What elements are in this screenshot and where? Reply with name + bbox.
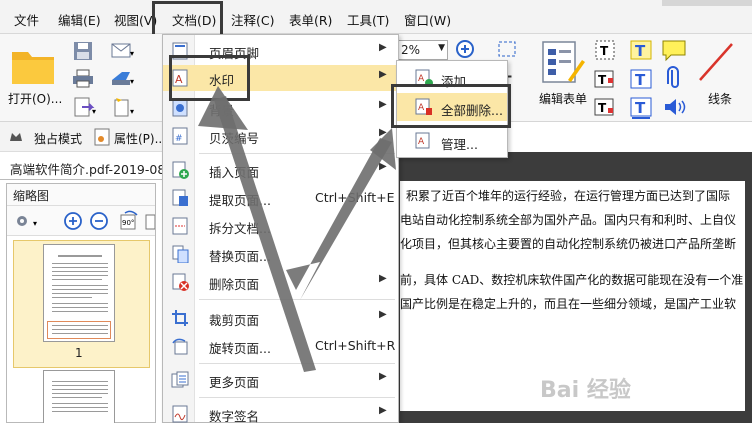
arrow-to-delete-all — [286, 138, 392, 300]
annotation-arrows — [198, 86, 396, 372]
app-window: 文件 编辑(E) 视图(V) 文档(D) 注释(C) 表单(R) 工具(T) 窗… — [0, 0, 752, 423]
arrow-head — [198, 86, 248, 130]
arrow-to-watermark — [214, 96, 316, 372]
